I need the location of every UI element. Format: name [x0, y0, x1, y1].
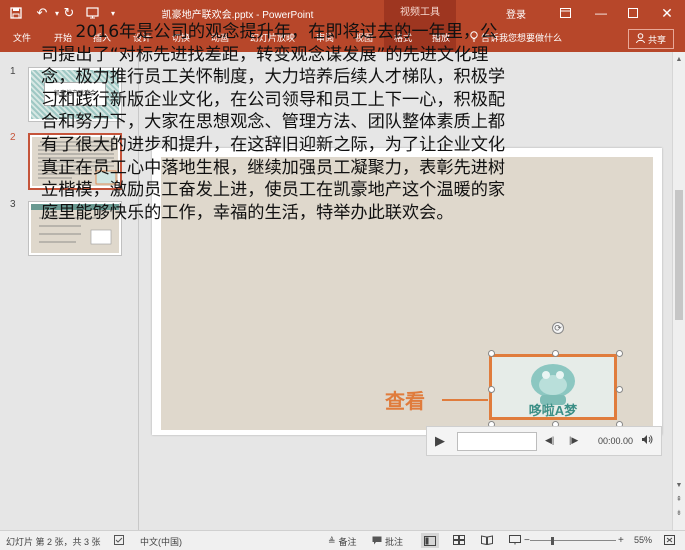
person-icon — [635, 33, 645, 45]
ribbon-display-options-icon[interactable] — [552, 3, 578, 23]
close-icon[interactable]: ✕ — [654, 3, 680, 23]
volume-icon[interactable] — [641, 434, 653, 448]
maximize-icon[interactable] — [620, 3, 646, 23]
customize-quick-access-icon[interactable]: ▾ — [103, 3, 123, 23]
comments-icon — [372, 536, 382, 547]
resize-handle-e[interactable] — [616, 386, 623, 393]
play-icon[interactable]: ▶ — [435, 433, 445, 449]
comments-label: 批注 — [385, 537, 404, 547]
fit-to-window-icon[interactable] — [664, 535, 675, 545]
start-from-beginning-icon[interactable] — [82, 3, 102, 23]
slide-paragraph: 2016年是公司的观念提升年，在即将过去的一年里，公司提出了“对标先进找差距，转… — [41, 22, 506, 223]
slide-counter: 幻灯片 第 2 张，共 3 张 — [6, 537, 101, 547]
redo-icon[interactable]: ↻ — [59, 3, 79, 23]
video-caption: 哆啦A梦 — [528, 403, 578, 418]
zoom-slider[interactable] — [530, 537, 616, 545]
minimize-icon[interactable]: — — [588, 3, 614, 23]
media-controls: ▶ ◀| |▶ 00:00.00 — [426, 426, 662, 456]
reading-view-icon[interactable] — [481, 535, 493, 545]
slide-sorter-icon[interactable] — [453, 535, 465, 545]
zoom-out-icon[interactable]: − — [524, 535, 530, 546]
zoom-level[interactable]: 55% — [634, 535, 652, 545]
resize-handle-ne[interactable] — [616, 350, 623, 357]
save-icon[interactable] — [6, 3, 26, 23]
zoom-slider-knob[interactable] — [551, 537, 554, 545]
video-object[interactable]: 哆啦A梦 — [489, 354, 617, 420]
share-button[interactable]: 共享 — [628, 29, 674, 49]
thumbnail-number-3: 3 — [10, 199, 16, 210]
tab-file[interactable]: 文件 — [13, 31, 31, 44]
zoom-in-icon[interactable]: + — [618, 535, 624, 546]
resize-handle-nw[interactable] — [488, 350, 495, 357]
scrollbar-thumb[interactable] — [675, 190, 683, 320]
vertical-scrollbar[interactable]: ▲ ▼ ⇞ ⇟ — [672, 52, 685, 530]
thumbnail-number-2: 2 — [10, 132, 16, 143]
sign-in-link[interactable]: 登录 — [506, 6, 526, 21]
previous-slide-icon[interactable]: ⇞ — [673, 494, 685, 506]
thumbnail-number-1: 1 — [10, 66, 16, 77]
notes-label: 备注 — [338, 537, 357, 547]
document-title: 凯豪地产联欢会.pptx - PowerPoint — [161, 10, 314, 21]
resize-handle-n[interactable] — [552, 350, 559, 357]
callout-label: 查看 — [385, 389, 425, 413]
comments-button[interactable]: 批注 — [372, 535, 403, 548]
language-indicator[interactable]: 中文(中国) — [140, 535, 182, 548]
scroll-up-icon[interactable]: ▲ — [673, 54, 685, 66]
media-progress-bar[interactable] — [457, 432, 537, 451]
resize-handle-w[interactable] — [488, 386, 495, 393]
rotate-handle-icon[interactable]: ⟳ — [552, 322, 564, 334]
normal-view-icon[interactable] — [421, 533, 439, 548]
notes-icon: ≜ — [328, 536, 336, 546]
callout-line — [442, 399, 488, 401]
share-label: 共享 — [647, 34, 666, 45]
next-slide-icon[interactable]: ⇟ — [673, 508, 685, 520]
status-bar: 幻灯片 第 2 张，共 3 张 中文(中国) ≜ 备注 批注 − + 55% — [0, 530, 685, 550]
notes-button[interactable]: ≜ 备注 — [328, 535, 357, 548]
media-time: 00:00.00 — [598, 436, 634, 446]
spellcheck-icon[interactable] — [114, 535, 124, 545]
scroll-down-icon[interactable]: ▼ — [673, 480, 685, 492]
slideshow-view-icon[interactable] — [509, 535, 521, 545]
skip-forward-icon[interactable]: |▶ — [569, 435, 578, 446]
skip-back-icon[interactable]: ◀| — [545, 435, 554, 446]
